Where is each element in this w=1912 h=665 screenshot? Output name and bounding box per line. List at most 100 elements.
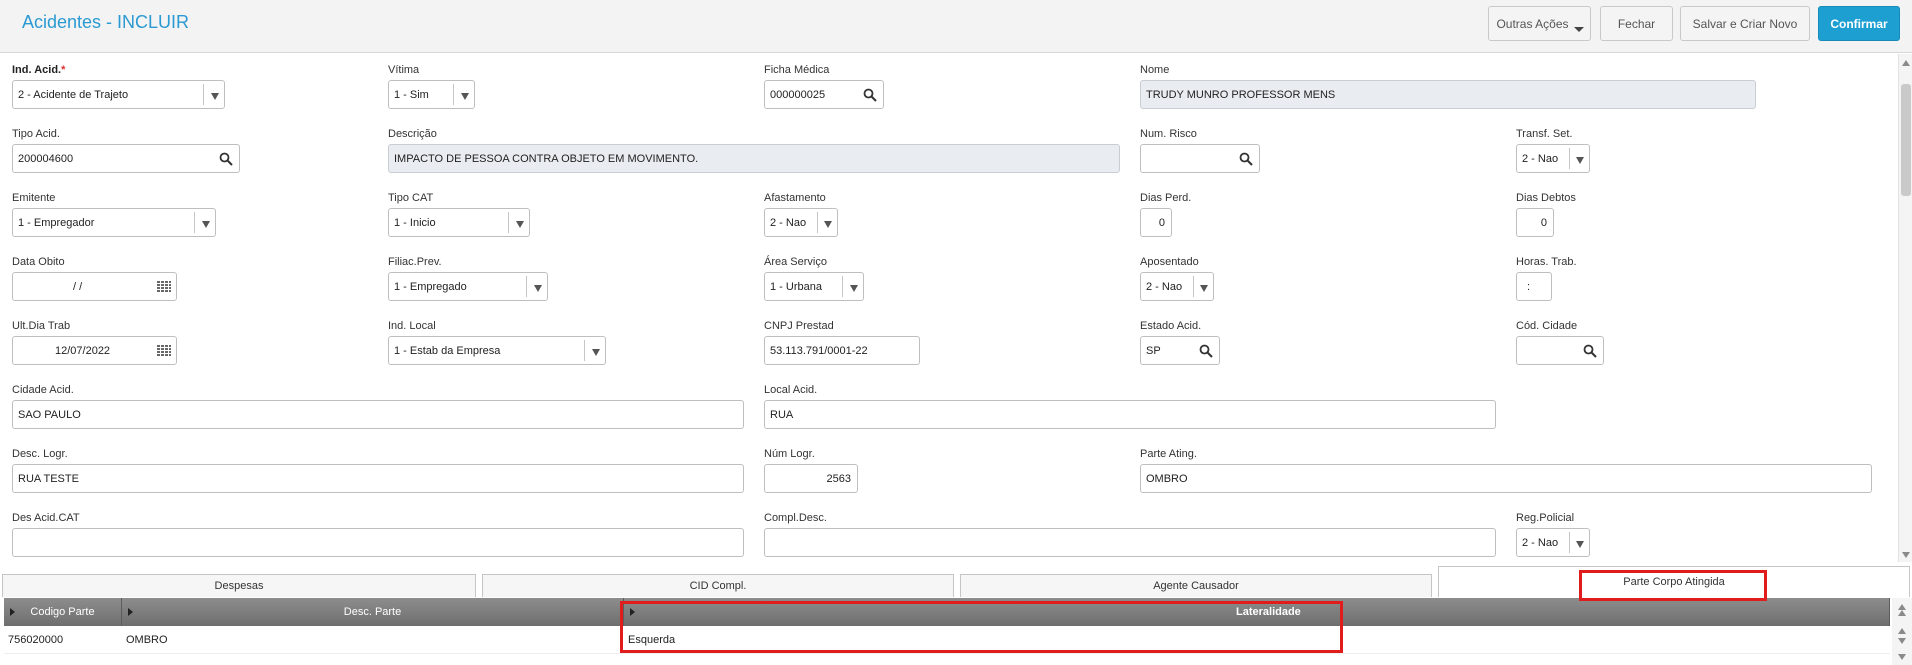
data-obito-label: Data Obito — [12, 256, 65, 268]
dias-perd-input[interactable]: 0 — [1140, 208, 1172, 237]
scroll-down-icon[interactable] — [1898, 638, 1906, 644]
reg-policial-value: 2 - Nao — [1522, 536, 1559, 549]
chevron-down-icon — [516, 221, 524, 228]
column-header-codigo-parte[interactable]: Codigo Parte — [4, 598, 122, 626]
cod-cidade-label: Cód. Cidade — [1516, 320, 1578, 332]
calendar-icon[interactable] — [157, 345, 171, 357]
scroll-down-icon[interactable] — [1902, 552, 1910, 558]
horas-trab-input[interactable]: : — [1516, 272, 1552, 301]
sort-arrow-icon — [630, 608, 635, 616]
ind-acid-label: Ind. Acid. — [12, 64, 62, 76]
transf-set-label: Transf. Set. — [1516, 128, 1573, 140]
emitente-value: 1 - Empregador — [18, 216, 95, 229]
nome-label: Nome — [1140, 64, 1170, 76]
tab-bar: Despesas CID Compl. Agente Causador Part… — [0, 566, 1912, 598]
confirmar-button[interactable]: Confirmar — [1818, 6, 1900, 41]
area-servico-value: 1 - Urbana — [770, 280, 822, 293]
cell-codigo-parte: 756020000 — [8, 634, 64, 646]
dias-debtos-input[interactable]: 0 — [1516, 208, 1554, 237]
tipo-cat-select[interactable]: 1 - Inicio — [388, 208, 530, 237]
page-title: Acidentes - INCLUIR — [22, 12, 190, 32]
cell-desc-parte: OMBRO — [126, 634, 168, 646]
tab-parte-corpo-atingida[interactable]: Parte Corpo Atingida — [1438, 566, 1910, 597]
chevron-down-icon — [824, 221, 832, 228]
calendar-icon[interactable] — [157, 281, 171, 293]
chevron-down-icon — [1576, 541, 1584, 548]
data-obito-input[interactable]: / / — [12, 272, 177, 301]
page-header: Acidentes - INCLUIR Outras Ações Fechar … — [0, 0, 1912, 53]
select-separator — [526, 276, 527, 297]
desc-logr-input[interactable]: RUA TESTE — [12, 464, 744, 493]
ficha-medica-input[interactable]: 000000025 — [764, 80, 884, 109]
area-servico-select[interactable]: 1 - Urbana — [764, 272, 864, 301]
vitima-label: Vítima — [388, 64, 420, 76]
table-row[interactable]: 756020000 OMBRO Esquerda — [4, 626, 1890, 654]
data-obito-value: / / — [73, 280, 83, 293]
compl-desc-input[interactable] — [764, 528, 1496, 557]
dias-perd-label: Dias Perd. — [1140, 192, 1192, 204]
sort-arrow-icon — [128, 608, 133, 616]
ult-dia-trab-value: 12/07/2022 — [55, 344, 111, 357]
cidade-acid-input[interactable]: SAO PAULO — [12, 400, 744, 429]
search-icon[interactable] — [1199, 344, 1213, 358]
vitima-select[interactable]: 1 - Sim — [388, 80, 475, 109]
ind-local-label: Ind. Local — [388, 320, 436, 332]
scroll-up-icon[interactable] — [1902, 60, 1910, 66]
search-icon[interactable] — [1239, 152, 1253, 166]
cnpj-prestad-input[interactable]: 53.113.791/0001-22 — [764, 336, 920, 365]
form-area: Ind. Acid.* 2 - Acidente de Trajeto Víti… — [0, 54, 1898, 562]
des-acid-cat-input[interactable] — [12, 528, 744, 557]
form-scrollbar[interactable] — [1898, 54, 1912, 562]
fechar-button[interactable]: Fechar — [1600, 6, 1673, 41]
tab-cid-compl[interactable]: CID Compl. — [482, 574, 954, 597]
num-risco-input[interactable] — [1140, 144, 1260, 173]
ind-acid-select[interactable]: 2 - Acidente de Trajeto — [12, 80, 225, 109]
cod-cidade-input[interactable] — [1516, 336, 1604, 365]
search-icon[interactable] — [863, 88, 877, 102]
local-acid-input[interactable]: RUA — [764, 400, 1496, 429]
descricao-input[interactable]: IMPACTO DE PESSOA CONTRA OBJETO EM MOVIM… — [388, 144, 1120, 173]
column-label: Lateralidade — [1236, 606, 1301, 618]
ult-dia-trab-input[interactable]: 12/07/2022 — [12, 336, 177, 365]
transf-set-select[interactable]: 2 - Nao — [1516, 144, 1590, 173]
select-separator — [453, 84, 454, 105]
scroll-up-icon[interactable] — [1898, 628, 1906, 634]
afastamento-value: 2 - Nao — [770, 216, 807, 229]
aposentado-value: 2 - Nao — [1146, 280, 1183, 293]
scroll-down-icon[interactable] — [1898, 654, 1906, 660]
filiac-prev-select[interactable]: 1 - Empregado — [388, 272, 548, 301]
select-separator — [194, 212, 195, 233]
filiac-prev-label: Filiac.Prev. — [388, 256, 442, 268]
num-logr-input[interactable]: 2563 — [764, 464, 858, 493]
nome-input[interactable]: TRUDY MUNRO PROFESSOR MENS — [1140, 80, 1756, 109]
grid-header: Codigo Parte Desc. Parte Lateralidade — [4, 598, 1890, 626]
salvar-criar-novo-button[interactable]: Salvar e Criar Novo — [1680, 6, 1810, 41]
search-icon[interactable] — [1583, 344, 1597, 358]
chevron-down-icon — [534, 285, 542, 292]
column-header-desc-parte[interactable]: Desc. Parte — [122, 598, 624, 626]
parte-ating-input[interactable]: OMBRO — [1140, 464, 1872, 493]
estado-acid-input[interactable]: SP — [1140, 336, 1220, 365]
tab-agente-causador[interactable]: Agente Causador — [960, 574, 1432, 597]
tipo-acid-input[interactable]: 200004600 — [12, 144, 240, 173]
tab-despesas[interactable]: Despesas — [2, 574, 476, 597]
chevron-down-icon — [1574, 27, 1584, 32]
afastamento-select[interactable]: 2 - Nao — [764, 208, 838, 237]
grid-scrollbar[interactable] — [1892, 598, 1912, 665]
scrollbar-thumb[interactable] — [1901, 84, 1911, 196]
required-marker: * — [61, 64, 66, 76]
aposentado-select[interactable]: 2 - Nao — [1140, 272, 1214, 301]
descricao-label: Descrição — [388, 128, 437, 140]
scroll-up-icon[interactable] — [1898, 610, 1906, 616]
ind-local-select[interactable]: 1 - Estab da Empresa — [388, 336, 606, 365]
desc-logr-label: Desc. Logr. — [12, 448, 68, 460]
vitima-value: 1 - Sim — [394, 88, 429, 101]
search-icon[interactable] — [219, 152, 233, 166]
select-separator — [1569, 532, 1570, 553]
reg-policial-select[interactable]: 2 - Nao — [1516, 528, 1590, 557]
column-header-lateralidade[interactable]: Lateralidade — [624, 598, 1890, 626]
emitente-select[interactable]: 1 - Empregador — [12, 208, 216, 237]
estado-acid-label: Estado Acid. — [1140, 320, 1202, 332]
ficha-medica-value: 000000025 — [770, 88, 826, 101]
outras-acoes-button[interactable]: Outras Ações — [1488, 6, 1591, 41]
